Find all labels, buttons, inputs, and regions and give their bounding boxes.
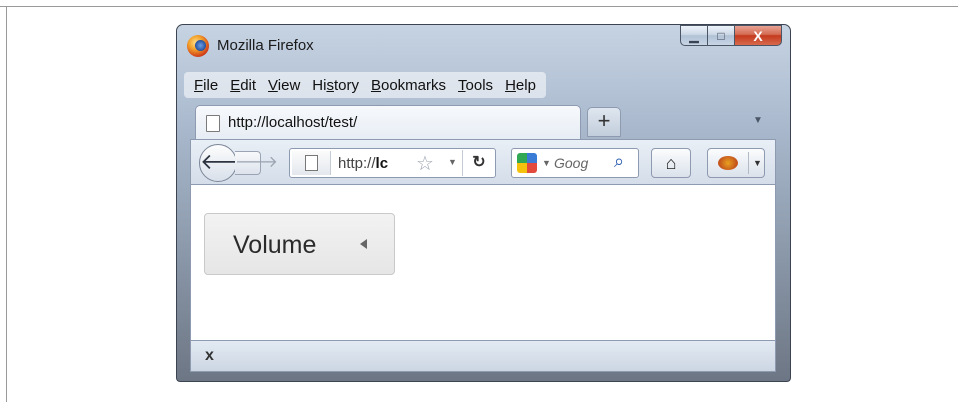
- maximize-button[interactable]: □: [708, 25, 735, 46]
- addon-dropdown-icon[interactable]: ▼: [753, 158, 762, 168]
- back-button[interactable]: 🡐: [199, 144, 259, 182]
- addon-button[interactable]: ▼: [707, 148, 765, 178]
- menu-bar: File Edit View History Bookmarks Tools H…: [184, 72, 546, 98]
- addon-bar-close-icon[interactable]: x: [205, 347, 214, 365]
- search-icon[interactable]: ⌕: [614, 151, 624, 172]
- page-icon: [206, 115, 220, 132]
- browser-window: Mozilla Firefox ▁ □ X File Edit View His…: [176, 24, 791, 382]
- url-bar[interactable]: http://lc ☆ ▼ ↻: [289, 148, 496, 178]
- firebug-icon: [718, 156, 738, 170]
- browser-tab[interactable]: http://localhost/test/: [195, 105, 581, 139]
- google-engine-icon[interactable]: [517, 153, 537, 173]
- url-host: lc: [375, 155, 389, 172]
- menu-view[interactable]: View: [268, 77, 300, 94]
- menu-tools[interactable]: Tools: [458, 77, 493, 94]
- menu-history[interactable]: History: [312, 77, 359, 94]
- firefox-logo-icon[interactable]: [187, 35, 209, 57]
- menu-bookmarks[interactable]: Bookmarks: [371, 77, 446, 94]
- bookmark-star-icon[interactable]: ☆: [416, 151, 434, 176]
- volume-button[interactable]: Volume: [204, 213, 395, 275]
- volume-button-label: Volume: [233, 231, 317, 259]
- new-tab-button[interactable]: +: [587, 107, 621, 137]
- window-title: Mozilla Firefox: [217, 37, 314, 54]
- minimize-button[interactable]: ▁: [680, 25, 708, 46]
- search-bar[interactable]: ▼ Goog ⌕: [511, 148, 639, 178]
- frame-top-border: [0, 6, 958, 7]
- menu-file[interactable]: File: [194, 77, 218, 94]
- menu-edit[interactable]: Edit: [230, 77, 256, 94]
- title-bar[interactable]: Mozilla Firefox ▁ □ X: [177, 25, 790, 63]
- menu-help[interactable]: Help: [505, 77, 536, 94]
- url-prefix: http://: [338, 155, 376, 172]
- search-engine-dropdown-icon[interactable]: ▼: [542, 158, 551, 168]
- url-input[interactable]: http://lc: [338, 155, 410, 172]
- url-history-dropdown-icon[interactable]: ▼: [448, 157, 457, 167]
- home-button[interactable]: ⌂: [651, 148, 691, 178]
- site-identity-icon[interactable]: [292, 151, 331, 175]
- addon-separator: [748, 152, 749, 174]
- close-button[interactable]: X: [735, 25, 782, 46]
- reload-icon[interactable]: ↻: [462, 150, 495, 176]
- forward-button[interactable]: 🡒: [235, 151, 278, 175]
- search-input[interactable]: Goog: [554, 155, 608, 171]
- tab-title: http://localhost/test/: [228, 114, 358, 131]
- tab-list-chevron-icon[interactable]: ▼: [753, 115, 763, 126]
- addon-bar: x: [190, 340, 776, 372]
- caption-buttons: ▁ □ X: [680, 25, 782, 46]
- page-content: Volume: [190, 185, 776, 340]
- navigation-toolbar: 🡐 🡒 http://lc ☆ ▼ ↻ ▼ Goog ⌕ ⌂ ▼: [190, 139, 776, 185]
- triangle-left-icon: [360, 239, 367, 249]
- frame-left-border: [6, 6, 7, 402]
